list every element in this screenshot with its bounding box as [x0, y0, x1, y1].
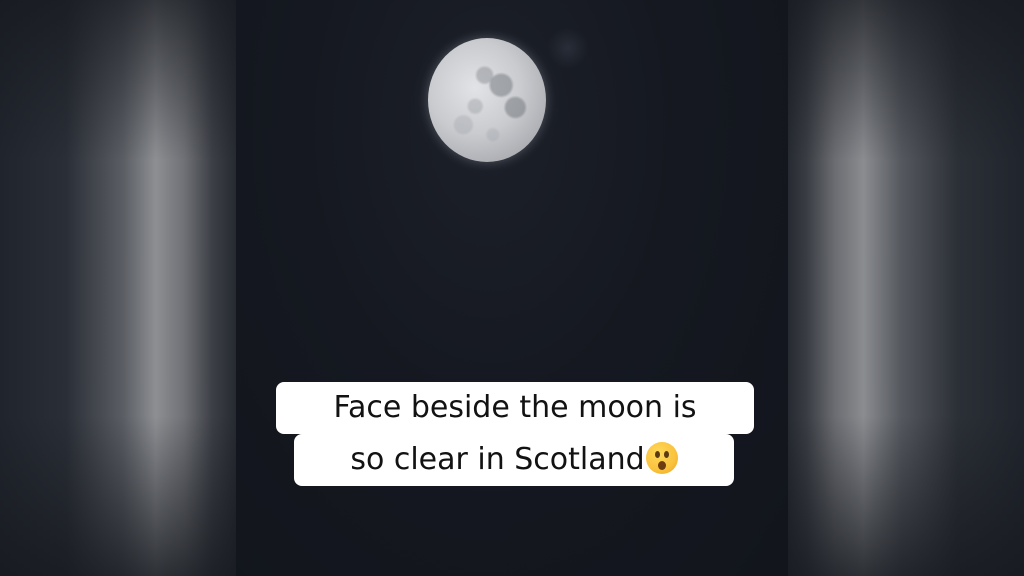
moon-disc	[428, 38, 546, 162]
caption-line-2-text: so clear in Scotland	[350, 442, 645, 477]
video-frame: Face beside the moon is so clear in Scot…	[0, 0, 1024, 576]
video-caption: Face beside the moon is so clear in Scot…	[276, 382, 754, 494]
caption-line-2: so clear in Scotland	[294, 434, 734, 486]
astonished-face-icon	[645, 442, 678, 474]
caption-line-1: Face beside the moon is	[276, 382, 754, 434]
blurred-side-panel-left	[0, 0, 236, 576]
faint-shape-beside-moon	[546, 28, 590, 68]
blurred-side-panel-right	[788, 0, 1024, 576]
moon	[414, 24, 590, 176]
